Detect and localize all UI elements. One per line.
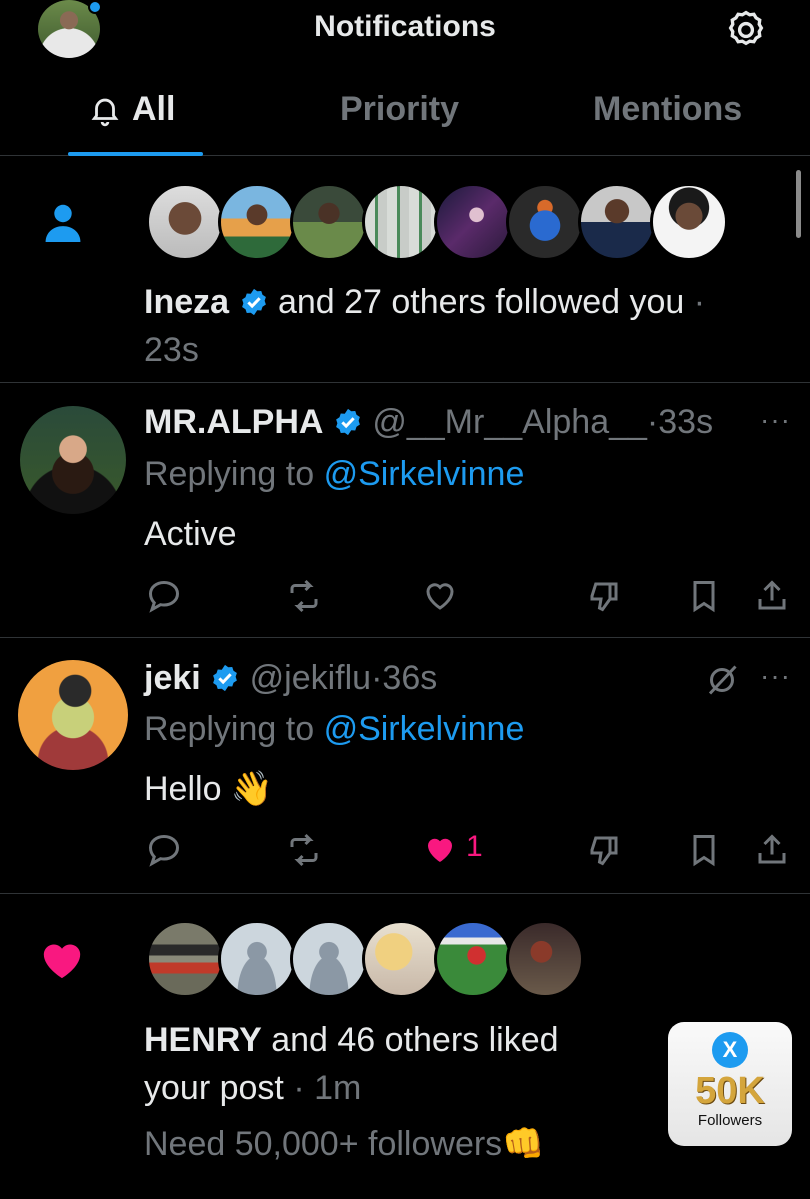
bookmark-icon[interactable] <box>686 578 722 614</box>
grok-icon[interactable] <box>704 662 740 698</box>
verified-badge-icon <box>336 408 360 436</box>
replying-to-handle[interactable]: @Sirkelvinne <box>324 710 525 748</box>
tab-all[interactable]: All <box>88 90 175 129</box>
milestone-label: Followers <box>697 1112 763 1129</box>
like-text: HENRY and 46 others liked your post · 1m <box>144 1016 644 1113</box>
share-icon[interactable] <box>754 578 790 614</box>
verified-badge-icon <box>241 288 266 316</box>
heart-icon <box>43 944 81 979</box>
avatar[interactable] <box>362 920 440 998</box>
reply-text: Hello 👋 <box>144 770 274 808</box>
avatar[interactable] <box>362 183 440 261</box>
reply-header: MR.ALPHA @__Mr__Alpha__·33s <box>144 398 713 446</box>
follower-name[interactable]: Ineza <box>144 283 229 321</box>
bell-icon <box>91 98 119 126</box>
more-options-icon[interactable]: ··· <box>760 404 791 436</box>
avatar[interactable] <box>218 183 296 261</box>
timestamp: 1m <box>314 1069 362 1108</box>
bookmark-icon[interactable] <box>686 832 722 868</box>
avatar[interactable] <box>434 183 512 261</box>
replying-to: Replying to @Sirkelvinne <box>144 705 524 753</box>
tab-priority[interactable]: Priority <box>340 90 459 129</box>
avatar[interactable] <box>290 183 368 261</box>
verified-badge-icon <box>213 664 238 692</box>
avatar[interactable] <box>20 406 126 514</box>
like-message-2: your post <box>144 1069 284 1108</box>
tab-all-label: All <box>132 90 176 128</box>
default-avatar[interactable] <box>218 920 296 998</box>
liked-heart-icon[interactable] <box>422 832 458 868</box>
active-tab-indicator <box>68 152 203 156</box>
downvote-icon[interactable] <box>586 578 622 614</box>
post-preview: Need 50,000+ followers👊 <box>144 1125 545 1163</box>
timestamp: 36s <box>382 659 438 697</box>
reply-text: Active <box>144 515 237 553</box>
page-title: Notifications <box>314 10 496 43</box>
milestone-count: 50K <box>695 1070 765 1112</box>
separator: · <box>293 1069 305 1108</box>
timestamp: 23s <box>144 331 199 370</box>
avatar[interactable] <box>650 183 728 261</box>
reply-icon[interactable] <box>146 832 182 868</box>
notification-tabs: All Priority Mentions <box>0 84 810 156</box>
follow-message: and 27 others followed you <box>277 283 685 321</box>
reply-icon[interactable] <box>146 578 182 614</box>
like-count: 1 <box>466 830 483 863</box>
author-handle[interactable]: @jekiflu <box>250 659 371 697</box>
repost-icon[interactable] <box>286 578 322 614</box>
like-icon[interactable] <box>422 578 458 614</box>
like-message: and 46 others liked <box>271 1021 559 1059</box>
divider <box>0 893 810 894</box>
liker-avatars <box>146 920 584 998</box>
timestamp: 33s <box>658 403 714 441</box>
x-logo-icon: X <box>712 1032 748 1068</box>
avatar[interactable] <box>506 920 584 998</box>
avatar[interactable] <box>506 183 584 261</box>
followers-milestone-badge: X 50K Followers <box>668 1022 792 1146</box>
author-name[interactable]: jeki <box>144 659 201 697</box>
replying-to-handle[interactable]: @Sirkelvinne <box>324 455 525 493</box>
follower-avatars <box>146 183 728 261</box>
tab-mentions[interactable]: Mentions <box>593 90 742 129</box>
replying-label: Replying to <box>144 455 315 493</box>
top-header: Notifications <box>0 0 810 60</box>
author-name[interactable]: MR.ALPHA <box>144 403 323 441</box>
author-handle[interactable]: @__Mr__Alpha__ <box>372 403 647 441</box>
follow-text: Ineza and 27 others followed you · 23s <box>144 278 764 375</box>
repost-icon[interactable] <box>286 832 322 868</box>
separator: · <box>646 403 659 441</box>
separator: · <box>371 659 383 697</box>
share-icon[interactable] <box>754 832 790 868</box>
liker-name[interactable]: HENRY <box>144 1021 262 1059</box>
avatar[interactable] <box>434 920 512 998</box>
avatar[interactable] <box>146 183 224 261</box>
reply-header: jeki @jekiflu·36s <box>144 654 437 702</box>
avatar[interactable] <box>18 660 128 770</box>
divider <box>0 382 810 383</box>
divider <box>0 637 810 638</box>
settings-gear-icon[interactable] <box>724 8 768 52</box>
default-avatar[interactable] <box>290 920 368 998</box>
avatar[interactable] <box>578 183 656 261</box>
avatar[interactable] <box>146 920 224 998</box>
downvote-icon[interactable] <box>586 832 622 868</box>
separator: · <box>693 283 706 321</box>
scrollbar[interactable] <box>796 170 801 238</box>
replying-label: Replying to <box>144 710 315 748</box>
person-icon <box>45 204 81 242</box>
more-options-icon[interactable]: ··· <box>760 660 791 692</box>
replying-to: Replying to @Sirkelvinne <box>144 450 524 498</box>
